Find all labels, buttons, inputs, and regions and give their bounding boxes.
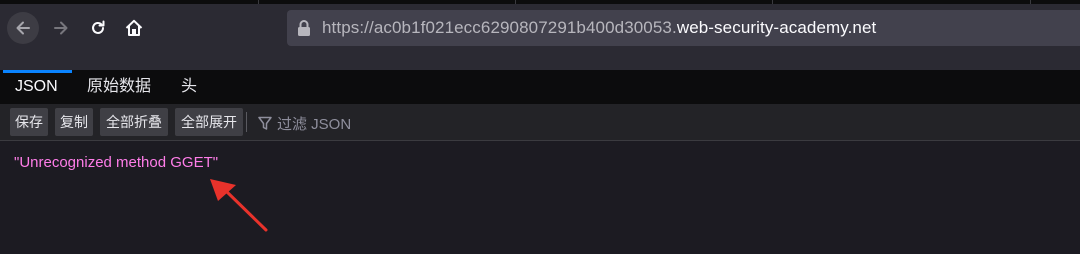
json-viewer-tabs: JSON 原始数据 头 — [0, 70, 1080, 104]
filter-placeholder: 过滤 JSON — [277, 115, 352, 133]
copy-button[interactable]: 复制 — [55, 108, 93, 136]
toolbar-divider — [246, 112, 247, 132]
url-prefix: https://ac0b1f021ecc6290807291b400d30053… — [322, 18, 677, 37]
tab-raw-data[interactable]: 原始数据 — [87, 70, 151, 104]
expand-all-button[interactable]: 全部展开 — [175, 108, 243, 136]
home-button[interactable] — [118, 12, 150, 44]
reload-button[interactable] — [82, 12, 114, 44]
filter-icon — [258, 116, 272, 130]
forward-button[interactable] — [45, 12, 77, 44]
navigation-toolbar: https://ac0b1f021ecc6290807291b400d30053… — [0, 4, 1080, 70]
url-host: web-security-academy.net — [676, 18, 877, 37]
json-toolbar: 保存 复制 全部折叠 全部展开 过滤 JSON — [0, 104, 1080, 141]
json-content: "Unrecognized method GGET" — [0, 141, 1080, 254]
arrow-right-icon — [54, 21, 68, 35]
annotation-arrow-icon — [210, 179, 268, 232]
tab-headers[interactable]: 头 — [181, 70, 197, 104]
reload-icon — [92, 20, 105, 34]
collapse-all-button[interactable]: 全部折叠 — [100, 108, 168, 136]
json-string-value: "Unrecognized method GGET" — [14, 154, 219, 171]
home-icon — [125, 19, 143, 36]
back-button[interactable] — [7, 12, 39, 44]
tab-json[interactable]: JSON — [3, 70, 72, 104]
filter-json-input[interactable]: 过滤 JSON — [258, 113, 351, 133]
lock-icon[interactable] — [296, 19, 312, 37]
arrow-left-icon — [16, 21, 30, 35]
url-bar[interactable]: https://ac0b1f021ecc6290807291b400d30053… — [287, 10, 1080, 46]
save-button[interactable]: 保存 — [10, 108, 48, 136]
url-text[interactable]: https://ac0b1f021ecc6290807291b400d30053… — [322, 18, 876, 38]
